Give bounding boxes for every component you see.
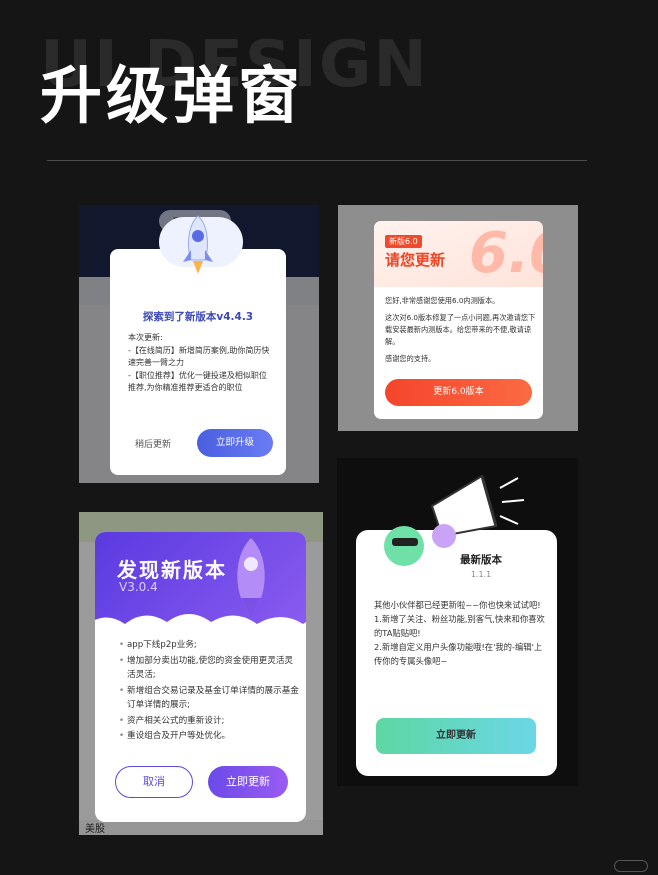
dialog-card: 最新版本 1.1.1 其他小伙伴都已经更新啦~~你也快来试试吧! 1.新增了关注…: [356, 530, 557, 776]
cancel-button[interactable]: 取消: [115, 766, 193, 798]
version-label: 1.1.1: [470, 570, 492, 579]
rocket-icon: [237, 538, 265, 616]
update-dialog-example-1: 职位 探索到了新版本v4.4.3 本次更新: -【在线简历】新增简历案例,助你简…: [79, 205, 319, 483]
update-button[interactable]: 更新6.0版本: [385, 379, 532, 406]
dialog-body: 您好,非常感谢您使用6.0内测版本。 这次对6.0版本修复了一点小问题,再次邀请…: [385, 295, 537, 370]
update-button[interactable]: 立即更新: [208, 766, 288, 798]
body-line: 这次对6.0版本修复了一点小问题,再次邀请您下载安装最新内测版本。给您带来的不便…: [385, 313, 536, 346]
divider: [47, 160, 587, 161]
dialog-body: 其他小伙伴都已经更新啦~~你也快来试试吧! 1.新增了关注、粉丝功能,别客气,快…: [374, 600, 545, 666]
rocket-icon: [183, 215, 213, 274]
changelog-list: app下线p2p业务; 增加部分卖出功能,使您的资金使用更灵活灵活灵活; 新增组…: [119, 638, 299, 745]
dialog-card: 6.0 新版6.0 请您更新 您好,非常感谢您使用6.0内测版本。 这次对6.0…: [374, 221, 543, 419]
list-item: 新增组合交易记录及基金订单详情的展示基金订单详情的展示;: [119, 684, 299, 713]
body-line: -【职位推荐】优化一键投递及相似职位推荐,为你精准推荐更适合的职位: [128, 370, 267, 393]
later-button[interactable]: 稍后更新: [135, 437, 171, 450]
version-graphic: 6.0: [469, 221, 543, 286]
dialog-title: 请您更新: [385, 251, 446, 269]
dialog-title: 发现新版本: [117, 558, 227, 582]
list-item: 增加部分卖出功能,使您的资金使用更灵活灵活灵活;: [119, 654, 299, 683]
megaphone-illustration: [384, 474, 525, 566]
update-button[interactable]: 立即更新: [376, 718, 536, 754]
body-line: 本次更新:: [128, 333, 163, 342]
body-line: -【在线简历】新增简历案例,助你简历快速完善一臂之力: [128, 345, 270, 368]
update-dialog-example-2: 6.0 新版6.0 请您更新 您好,非常感谢您使用6.0内测版本。 这次对6.0…: [338, 205, 578, 431]
version-badge: 新版6.0: [385, 235, 422, 248]
list-item: 重设组合及开户等处优化。: [119, 729, 299, 744]
dialog-body: 本次更新: -【在线简历】新增简历案例,助你简历快速完善一臂之力 -【职位推荐】…: [128, 332, 274, 395]
list-item: 资产相关公式的重新设计;: [119, 714, 299, 729]
update-dialog-example-4: 最新版本 1.1.1 其他小伙伴都已经更新啦~~你也快来试试吧! 1.新增了关注…: [337, 458, 578, 786]
watermark-logo: [614, 860, 648, 872]
cloud-decoration: [95, 614, 306, 642]
list-item: app下线p2p业务;: [119, 638, 299, 653]
dialog-title: 探索到了新版本v4.4.3: [142, 311, 254, 323]
body-line: 感谢您的支持。: [385, 354, 436, 363]
dialog-card: 发现新版本 V3.0.4 app下线p2p业务; 增加部分卖出功能,使您的资金使…: [95, 532, 306, 822]
body-line: 您好,非常感谢您使用6.0内测版本。: [385, 296, 500, 305]
page-title: 升级弹窗: [40, 59, 305, 132]
update-dialog-example-3: 美股 发现新版本 V3.0.4 app下线p2p业务; 增加部分卖出功能,使您的…: [79, 512, 323, 835]
upgrade-button[interactable]: 立即升级: [197, 429, 273, 457]
version-label: V3.0.4: [119, 580, 158, 594]
